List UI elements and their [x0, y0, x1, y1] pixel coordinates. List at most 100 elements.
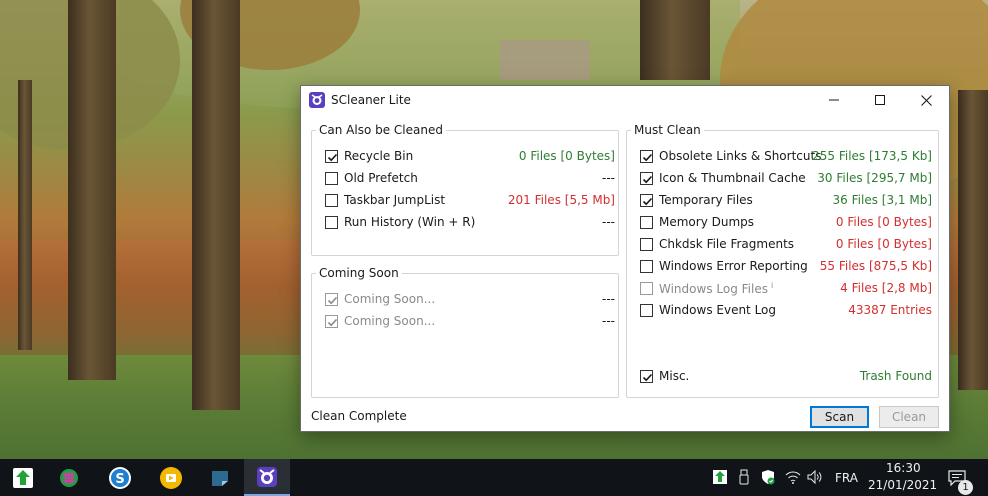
must-clean-item[interactable]: Chkdsk File Fragments 0 Files [0 Bytes] [640, 236, 932, 254]
item-status-value: --- [602, 171, 615, 185]
minimize-icon [829, 99, 839, 101]
security-shield-icon[interactable] [759, 468, 777, 486]
notification-count-badge: 1 [958, 480, 973, 495]
taskbar-app-spreadsheet[interactable] [46, 459, 92, 496]
checkbox-label: Icon & Thumbnail Cache [659, 171, 806, 185]
coming-soon-item[interactable]: Coming Soon... --- [325, 291, 615, 309]
item-status-value: 43387 Entries [848, 303, 932, 317]
checkbox-label: Old Prefetch [344, 171, 418, 185]
checkbox-label: Misc. [659, 369, 690, 383]
must-clean-item[interactable]: Windows Log Files i 4 Files [2,8 Mb] [640, 280, 932, 298]
coming-soon-item[interactable]: Coming Soon... --- [325, 313, 615, 331]
checkbox-label: Taskbar JumpList [344, 193, 446, 207]
must-clean-item[interactable]: Obsolete Links & Shortcuts 255 Files [173… [640, 148, 932, 166]
checkbox [640, 282, 653, 295]
item-status-value: Trash Found [859, 369, 932, 383]
group-title: Coming Soon [316, 266, 402, 280]
tray-upload-icon[interactable] [711, 468, 729, 486]
item-status-value: 4 Files [2,8 Mb] [840, 281, 932, 295]
must-clean-item[interactable]: Windows Event Log 43387 Entries [640, 302, 932, 320]
checkbox-label: Windows Log Files i [659, 281, 774, 296]
must-clean-item[interactable]: Memory Dumps 0 Files [0 Bytes] [640, 214, 932, 232]
scan-button[interactable]: Scan [810, 406, 869, 428]
item-status-value: 55 Files [875,5 Kb] [819, 259, 932, 273]
item-status-value: 201 Files [5,5 Mb] [507, 193, 615, 207]
checkbox [325, 293, 338, 306]
taskbar-app-media[interactable] [148, 459, 194, 496]
must-clean-item[interactable]: Windows Error Reporting 55 Files [875,5 K… [640, 258, 932, 276]
checkbox[interactable] [640, 150, 653, 163]
notification-center-button[interactable]: 1 [944, 467, 973, 495]
maximize-icon [875, 95, 885, 105]
must-clean-group: Must Clean Obsolete Links & Shortcuts 255… [626, 123, 939, 398]
must-clean-item[interactable]: Temporary Files 36 Files [3,1 Mb] [640, 192, 932, 210]
title-bar[interactable]: SCleaner Lite [301, 86, 949, 114]
language-indicator[interactable]: FRA [835, 471, 858, 485]
window-title: SCleaner Lite [331, 93, 411, 107]
can-also-item[interactable]: Recycle Bin 0 Files [0 Bytes] [325, 148, 615, 166]
checkbox-label: Recycle Bin [344, 149, 414, 163]
item-status-value: 30 Files [295,7 Mb] [817, 171, 932, 185]
yellow-media-app-icon [160, 466, 182, 489]
volume-icon[interactable] [806, 468, 824, 486]
usb-icon[interactable] [735, 468, 753, 486]
wallpaper-house [500, 40, 590, 80]
can-also-item[interactable]: Taskbar JumpList 201 Files [5,5 Mb] [325, 192, 615, 210]
checkbox[interactable] [325, 216, 338, 229]
checkbox [325, 315, 338, 328]
close-button[interactable] [903, 86, 949, 114]
can-also-item[interactable]: Run History (Win + R) --- [325, 214, 615, 232]
status-text: Clean Complete [311, 409, 407, 423]
checkbox[interactable] [640, 370, 653, 383]
info-superscript: i [770, 281, 774, 290]
item-status-value: 0 Files [0 Bytes] [835, 237, 932, 251]
green-upload-app-icon [13, 467, 33, 488]
taskbar-app-upload[interactable] [0, 459, 46, 496]
checkbox[interactable] [640, 194, 653, 207]
wifi-icon[interactable] [784, 468, 802, 486]
group-title: Can Also be Cleaned [316, 123, 446, 137]
checkbox[interactable] [325, 150, 338, 163]
tree-trunk [958, 90, 988, 390]
checkbox[interactable] [640, 304, 653, 317]
sticky-notes-app-icon [212, 470, 228, 486]
misc-item[interactable]: Misc. Trash Found [640, 368, 932, 386]
tree-trunk [18, 80, 32, 350]
scleaner-app-icon [309, 92, 325, 108]
checkbox-label: Windows Error Reporting [659, 259, 808, 273]
taskbar-app-scleaner[interactable] [244, 459, 290, 496]
checkbox-label: Memory Dumps [659, 215, 755, 229]
checkbox[interactable] [640, 216, 653, 229]
checkbox[interactable] [640, 172, 653, 185]
item-status-value: 0 Files [0 Bytes] [835, 215, 932, 229]
checkbox[interactable] [640, 238, 653, 251]
checkbox-label: Coming Soon... [344, 314, 436, 328]
checkbox[interactable] [640, 260, 653, 273]
taskbar-app-sticky-notes[interactable] [197, 459, 243, 496]
minimize-button[interactable] [811, 86, 857, 114]
scleaner-window: SCleaner Lite Can Also be Cleaned Recycl… [300, 85, 950, 432]
must-clean-item[interactable]: Icon & Thumbnail Cache 30 Files [295,7 Mb… [640, 170, 932, 188]
taskbar-app-sync[interactable]: S [97, 459, 143, 496]
item-status-value: --- [602, 215, 615, 229]
spreadsheet-app-icon [60, 468, 78, 487]
sync-s-app-icon: S [109, 466, 131, 489]
tree-trunk [640, 0, 710, 80]
clean-button[interactable]: Clean [879, 406, 939, 428]
scleaner-app-icon [257, 466, 277, 487]
checkbox-label: Chkdsk File Fragments [659, 237, 795, 251]
clock-time[interactable]: 16:30 [886, 461, 921, 475]
tree-trunk [192, 0, 240, 410]
item-status-value: 0 Files [0 Bytes] [518, 149, 615, 163]
checkbox[interactable] [325, 172, 338, 185]
maximize-button[interactable] [857, 86, 903, 114]
checkbox[interactable] [325, 194, 338, 207]
clock-date[interactable]: 21/01/2021 [868, 478, 937, 492]
checkbox-label: Windows Event Log [659, 303, 777, 317]
can-also-item[interactable]: Old Prefetch --- [325, 170, 615, 188]
svg-text:S: S [115, 472, 124, 487]
tree-trunk [68, 0, 116, 380]
group-title: Must Clean [631, 123, 704, 137]
item-status-value: 255 Files [173,5 Kb] [812, 149, 932, 163]
coming-soon-group: Coming Soon Coming Soon... --- Coming Soon… [311, 266, 619, 398]
